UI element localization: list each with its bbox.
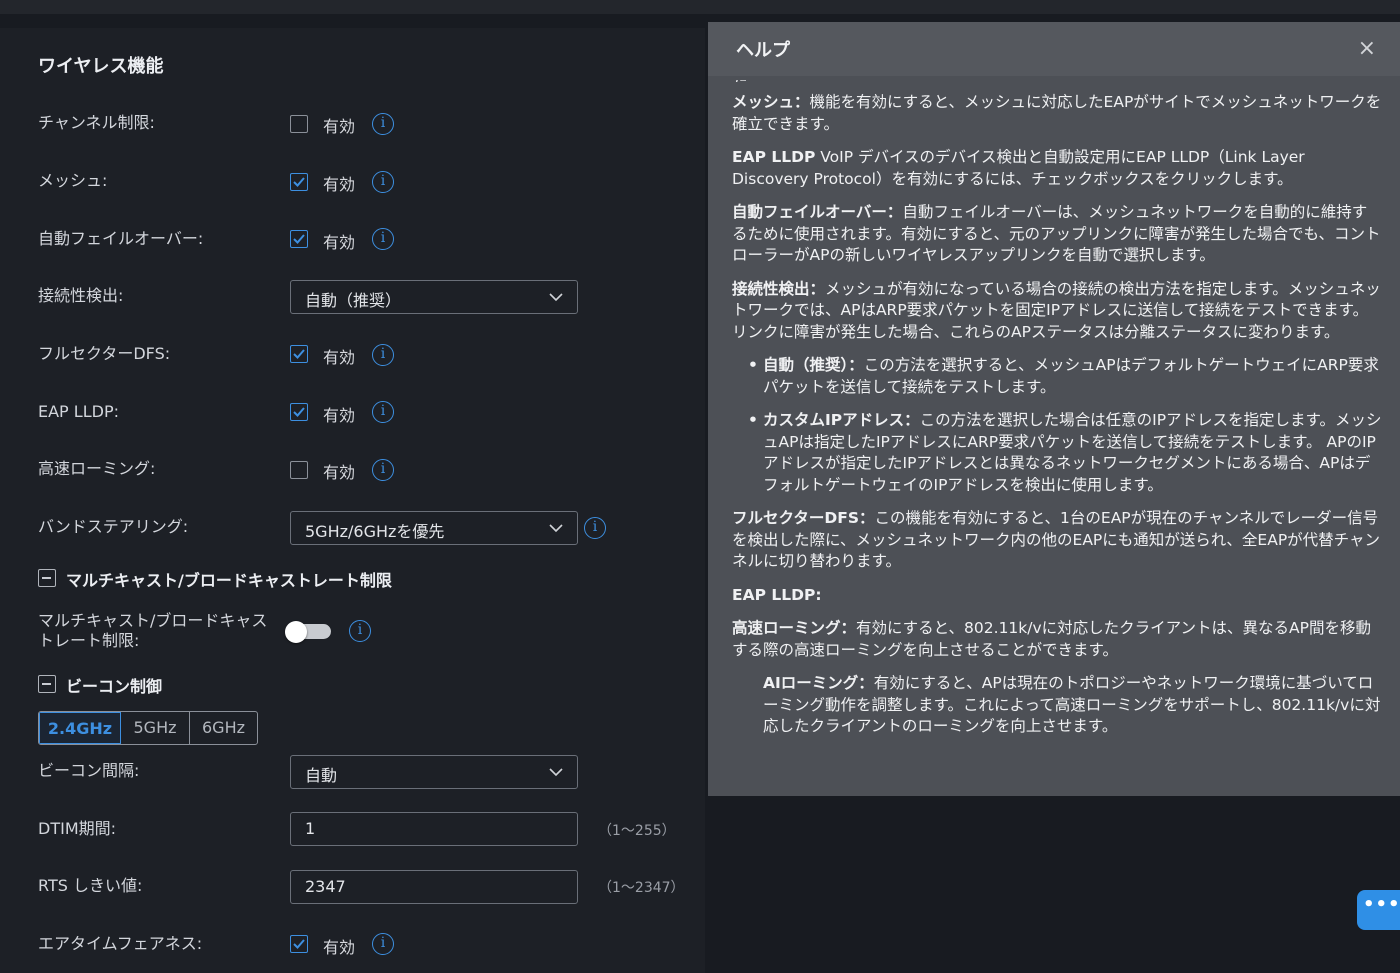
help-custom-term: カスタムIPアドレス：: [763, 411, 920, 429]
eap-lldp-info-icon[interactable]: i: [372, 401, 394, 423]
band-steering-select[interactable]: 5GHz/6GHzを優先: [290, 511, 578, 545]
channel-limit-checkbox-text: 有効: [323, 117, 356, 136]
help-failover: 自動フェイルオーバー：自動フェイルオーバーは、メッシュネットワークを自動的に維持…: [732, 202, 1382, 267]
dtim-range: （1〜255）: [598, 823, 676, 839]
fast-roaming-checkbox[interactable]: [290, 461, 308, 479]
full-sector-dfs-checkbox-text: 有効: [323, 348, 356, 367]
help-roam: 高速ローミング：有効にすると、802.11k/vに対応したクライアントは、異なる…: [732, 618, 1382, 661]
auto-failover-label: 自動フェイルオーバー:: [38, 229, 204, 248]
band-tab-6ghz[interactable]: 6GHz: [190, 712, 257, 744]
full-sector-dfs-checkbox[interactable]: [290, 345, 308, 363]
beacon-interval-select-value: 自動: [305, 766, 338, 785]
band-selector: 2.4GHz 5GHz 6GHz: [38, 711, 258, 745]
chevron-down-icon: [549, 293, 563, 302]
multicast-collapse-icon[interactable]: [38, 569, 56, 587]
multicast-limit-info-icon[interactable]: i: [349, 620, 371, 642]
beacon-interval-select[interactable]: 自動: [290, 755, 578, 789]
help-auto-term: 自動（推奨）：: [763, 356, 864, 374]
connectivity-select[interactable]: 自動（推奨）: [290, 280, 578, 314]
airtime-label: エアタイムフェアネス:: [38, 934, 203, 953]
eap-lldp-label: EAP LLDP:: [38, 402, 119, 421]
dtim-label: DTIM期間:: [38, 819, 117, 838]
chevron-down-icon: [549, 768, 563, 777]
help-detect-desc: メッシュが有効になっている場合の接続の検出方法を指定します。メッシュネットワーク…: [732, 279, 1381, 341]
dtim-input[interactable]: 1: [290, 812, 578, 846]
help-ai-term: AIローミング：: [763, 674, 874, 692]
close-icon[interactable]: ×: [1358, 36, 1376, 61]
help-custom-bullet: カスタムIPアドレス：この方法を選択した場合は任意のIPアドレスを指定します。メ…: [732, 410, 1382, 496]
chat-button[interactable]: •••: [1357, 890, 1400, 930]
help-lldp-desc: VoIP デバイスのデバイス検出と自動設定用にEAP LLDP（Link Lay…: [732, 148, 1305, 188]
full-sector-dfs-info-icon[interactable]: i: [372, 344, 394, 366]
mesh-label: メッシュ:: [38, 171, 108, 190]
connectivity-label: 接続性検出:: [38, 286, 124, 305]
rts-label: RTS しきい値:: [38, 876, 143, 895]
airtime-info-icon[interactable]: i: [372, 933, 394, 955]
fast-roaming-info-icon[interactable]: i: [372, 459, 394, 481]
help-auto-bullet: 自動（推奨）：この方法を選択すると、メッシュAPはデフォルトゲートウェイにARP…: [732, 355, 1382, 398]
band-steering-label: バンドステアリング:: [38, 517, 189, 536]
top-bar: [0, 0, 1400, 14]
mesh-checkbox[interactable]: [290, 173, 308, 191]
auto-failover-checkbox[interactable]: [290, 230, 308, 248]
multicast-limit-label-line1: マルチキャスト/ブロードキャス: [38, 611, 268, 630]
auto-failover-info-icon[interactable]: i: [372, 228, 394, 250]
help-detect-term: 接続性検出：: [732, 279, 826, 298]
section-title: ワイヤレス機能: [38, 56, 164, 77]
help-dfs: フルセクターDFS：この機能を有効にすると、1台のEAPが現在のチャンネルでレー…: [732, 508, 1382, 573]
band-tab-2-4ghz[interactable]: 2.4GHz: [39, 712, 121, 744]
help-mesh-desc: 機能を有効にすると、メッシュに対応したEAPがサイトでメッシュネットワークを確立…: [732, 93, 1382, 133]
multicast-limit-label-line2: トレート制限:: [38, 631, 140, 650]
help-ai: AIローミング：有効にすると、APは現在のトポロジーやネットワーク環境に基づいて…: [732, 673, 1382, 738]
toggle-knob: [285, 621, 307, 643]
chat-bubble-icon: •••: [1363, 894, 1400, 915]
airtime-checkbox-text: 有効: [323, 938, 356, 957]
band-tab-5ghz[interactable]: 5GHz: [121, 712, 190, 744]
eap-lldp-checkbox-text: 有効: [323, 406, 356, 425]
help-failover-term: 自動フェイルオーバー：: [732, 203, 903, 221]
airtime-checkbox[interactable]: [290, 935, 308, 953]
mesh-info-icon[interactable]: i: [372, 171, 394, 193]
connectivity-select-value: 自動（推奨）: [305, 291, 402, 310]
multicast-section-title: マルチキャスト/ブロードキャストレート制限: [66, 571, 392, 590]
beacon-section-title: ビーコン制御: [66, 677, 163, 696]
rts-range: （1〜2347）: [598, 880, 685, 896]
help-detect: 接続性検出：メッシュが有効になっている場合の接続の検出方法を指定します。メッシュ…: [732, 279, 1382, 344]
eap-lldp-checkbox[interactable]: [290, 403, 308, 421]
multicast-limit-toggle[interactable]: [285, 621, 331, 643]
help-dfs-term: フルセクターDFS：: [732, 509, 875, 527]
auto-failover-checkbox-text: 有効: [323, 233, 356, 252]
beacon-collapse-icon[interactable]: [38, 675, 56, 693]
help-mesh-term: メッシュ：: [732, 93, 810, 111]
help-roam-term: 高速ローミング：: [732, 619, 857, 637]
help-lldp: EAP LLDP VoIP デバイスのデバイス検出と自動設定用にEAP LLDP…: [732, 147, 1382, 190]
beacon-interval-label: ビーコン間隔:: [38, 761, 140, 780]
help-lldp2-term: EAP LLDP:: [732, 585, 822, 604]
channel-limit-info-icon[interactable]: i: [372, 113, 394, 135]
help-lldp-term: EAP LLDP: [732, 148, 816, 166]
full-sector-dfs-label: フルセクターDFS:: [38, 344, 171, 363]
channel-limit-label: チャンネル制限:: [38, 113, 155, 132]
chevron-down-icon: [549, 524, 563, 533]
help-cut-text: た。: [732, 80, 1382, 82]
help-title: ヘルプ: [736, 40, 790, 61]
fast-roaming-label: 高速ローミング:: [38, 459, 156, 478]
band-steering-select-value: 5GHz/6GHzを優先: [305, 522, 445, 541]
fast-roaming-checkbox-text: 有効: [323, 463, 356, 482]
help-header: ヘルプ ×: [708, 22, 1400, 76]
help-lldp2: EAP LLDP:: [732, 585, 1382, 607]
band-steering-info-icon[interactable]: i: [584, 517, 606, 539]
mesh-checkbox-text: 有効: [323, 175, 356, 194]
rts-input[interactable]: 2347: [290, 870, 578, 904]
help-body[interactable]: た。 メッシュ：機能を有効にすると、メッシュに対応したEAPがサイトでメッシュネ…: [732, 80, 1382, 792]
help-panel: ヘルプ × た。 メッシュ：機能を有効にすると、メッシュに対応したEAPがサイト…: [708, 22, 1400, 796]
help-mesh: メッシュ：機能を有効にすると、メッシュに対応したEAPがサイトでメッシュネットワ…: [732, 92, 1382, 135]
channel-limit-checkbox[interactable]: [290, 115, 308, 133]
